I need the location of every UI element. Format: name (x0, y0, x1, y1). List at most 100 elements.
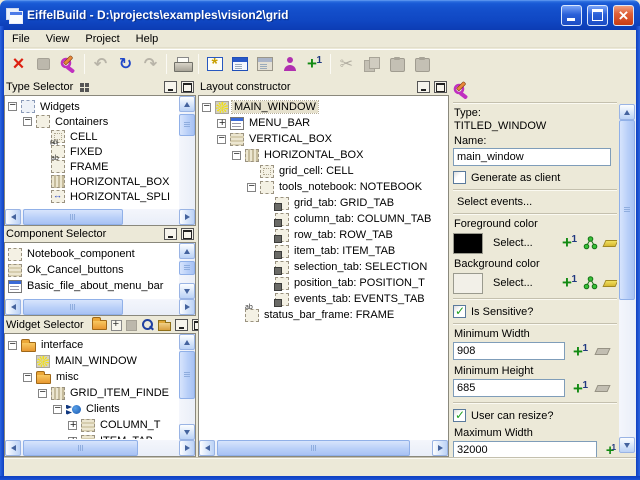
add-one-icon[interactable] (562, 236, 577, 250)
expand-toggle[interactable] (68, 437, 77, 440)
scrollbar-thumb[interactable] (179, 351, 195, 399)
scroll-right-button[interactable] (179, 440, 195, 456)
tree-item-events-tab[interactable]: events_tab: EVENTS_TAB (200, 291, 447, 307)
scroll-left-button[interactable] (5, 440, 21, 456)
tree-item-horizontal-split[interactable]: HORIZONTAL_SPLI (6, 189, 178, 204)
scrollbar-thumb[interactable] (23, 440, 138, 456)
tree-item-tools-notebook[interactable]: tools_notebook: NOTEBOOK (200, 179, 447, 195)
collapse-toggle[interactable] (217, 135, 226, 144)
tree-item-item-tab[interactable]: item_tab: ITEM_TAB (200, 243, 447, 259)
generate-code-button[interactable] (170, 52, 195, 76)
tree-item-menu-bar[interactable]: MENU_BAR (200, 115, 447, 131)
minimize-button[interactable] (561, 5, 582, 26)
app-window-icon[interactable] (6, 8, 22, 22)
horizontal-scrollbar[interactable] (5, 209, 195, 225)
scroll-right-button[interactable] (179, 209, 195, 225)
tree-item-containers[interactable]: Containers (6, 114, 178, 129)
is-sensitive-checkbox[interactable] (453, 305, 466, 318)
scroll-left-button[interactable] (199, 440, 215, 456)
collapse-toggle[interactable] (38, 389, 47, 398)
vertical-scrollbar[interactable] (179, 96, 195, 209)
list-item-ok-cancel-buttons[interactable]: Ok_Cancel_buttons (6, 262, 178, 278)
tree-item-fixed[interactable]: FIXED (6, 144, 178, 159)
add-one-button[interactable] (302, 52, 327, 76)
scroll-left-button[interactable] (5, 209, 21, 225)
horizontal-scrollbar[interactable] (5, 299, 195, 315)
expand-toggle[interactable] (217, 119, 226, 128)
scroll-down-button[interactable] (179, 283, 195, 299)
minimum-height-input[interactable] (453, 379, 565, 397)
tree-item-interface[interactable]: interface (6, 337, 178, 353)
tree-item-main-window[interactable]: MAIN_WINDOW (200, 99, 447, 115)
tree-item-column-tab[interactable]: COLUMN_T (6, 417, 178, 433)
horizontal-scrollbar[interactable] (199, 440, 448, 456)
inherit-icon[interactable] (583, 276, 598, 290)
scroll-up-button[interactable] (179, 243, 195, 259)
vertical-scrollbar[interactable] (179, 334, 195, 440)
scroll-right-button[interactable] (179, 299, 195, 315)
menu-file[interactable]: File (4, 31, 38, 47)
maximum-width-input[interactable] (453, 441, 597, 457)
tree-item-status-bar-frame[interactable]: status_bar_frame: FRAME (200, 307, 447, 323)
tree-item-vertical-box[interactable]: VERTICAL_BOX (200, 131, 447, 147)
scrollbar-thumb[interactable] (23, 209, 123, 225)
eraser-icon[interactable] (602, 240, 617, 247)
background-select-button[interactable]: Select... (489, 276, 537, 290)
scrollbar-thumb[interactable] (179, 261, 195, 275)
scroll-down-button[interactable] (179, 424, 195, 440)
tree-item-selection-tab[interactable]: selection_tab: SELECTION (200, 259, 447, 275)
tree-item-cell[interactable]: CELL (6, 129, 178, 144)
tree-item-clients[interactable]: Clients (6, 401, 178, 417)
maximize-button[interactable] (587, 5, 608, 26)
user-can-resize-checkbox[interactable] (453, 409, 466, 422)
tree-item-horizontal-box[interactable]: HORIZONTAL_BOX (200, 147, 447, 163)
scroll-down-button[interactable] (619, 437, 635, 453)
window-settings-button[interactable] (202, 52, 227, 76)
collapse-toggle[interactable] (8, 341, 17, 350)
scroll-right-button[interactable] (432, 440, 448, 456)
scrollbar-thumb[interactable] (217, 440, 410, 456)
delete-button[interactable]: × (6, 52, 31, 76)
collapse-toggle[interactable] (8, 102, 17, 111)
collapse-toggle[interactable] (247, 183, 256, 192)
refresh-button[interactable]: ↻ (113, 52, 138, 76)
vertical-scrollbar[interactable] (179, 243, 195, 299)
panel-maximize-button[interactable] (181, 228, 194, 240)
scroll-up-button[interactable] (619, 104, 635, 120)
show-window-button[interactable] (227, 52, 252, 76)
tree-item-grid-tab[interactable]: grid_tab: GRID_TAB (200, 195, 447, 211)
panel-maximize-button[interactable] (434, 81, 447, 93)
menu-view[interactable]: View (38, 31, 78, 47)
collapse-toggle[interactable] (232, 151, 241, 160)
menu-project[interactable]: Project (77, 31, 127, 47)
tree-item-grid-item-finder[interactable]: GRID_ITEM_FINDE (6, 385, 178, 401)
tree-item-column-tab[interactable]: column_tab: COLUMN_TAB (200, 211, 447, 227)
panel-minimize-button[interactable] (175, 319, 188, 331)
add-one-icon[interactable] (606, 445, 616, 457)
tree-item-main-window[interactable]: MAIN_WINDOW (6, 353, 178, 369)
panel-minimize-button[interactable] (164, 81, 177, 93)
folder-badge-icon[interactable] (158, 322, 171, 331)
close-button[interactable] (613, 5, 634, 26)
tree-item-frame[interactable]: FRAME (6, 159, 178, 174)
expand-all-icon[interactable] (111, 320, 122, 331)
menu-help[interactable]: Help (128, 31, 167, 47)
collapse-toggle[interactable] (202, 103, 211, 112)
tree-item-misc[interactable]: misc (6, 369, 178, 385)
scroll-up-button[interactable] (179, 334, 195, 350)
scrollbar-thumb[interactable] (23, 299, 123, 315)
user-button[interactable] (277, 52, 302, 76)
foreground-select-button[interactable]: Select... (489, 236, 537, 250)
panel-maximize-button[interactable] (181, 81, 194, 93)
scrollbar-thumb[interactable] (619, 120, 635, 300)
tree-item-widgets[interactable]: Widgets (6, 99, 178, 114)
build-settings-button[interactable] (56, 52, 81, 76)
eraser-icon[interactable] (602, 280, 617, 287)
tree-item-position-tab[interactable]: position_tab: POSITION_T (200, 275, 447, 291)
inherit-icon[interactable] (583, 236, 598, 250)
list-item-basic-file-about-menu-bar[interactable]: Basic_file_about_menu_bar (6, 278, 178, 294)
add-one-icon[interactable] (573, 345, 588, 359)
tree-item-horizontal-box[interactable]: HORIZONTAL_BOX (6, 174, 178, 189)
collapse-toggle[interactable] (23, 117, 32, 126)
add-one-icon[interactable] (573, 382, 588, 396)
